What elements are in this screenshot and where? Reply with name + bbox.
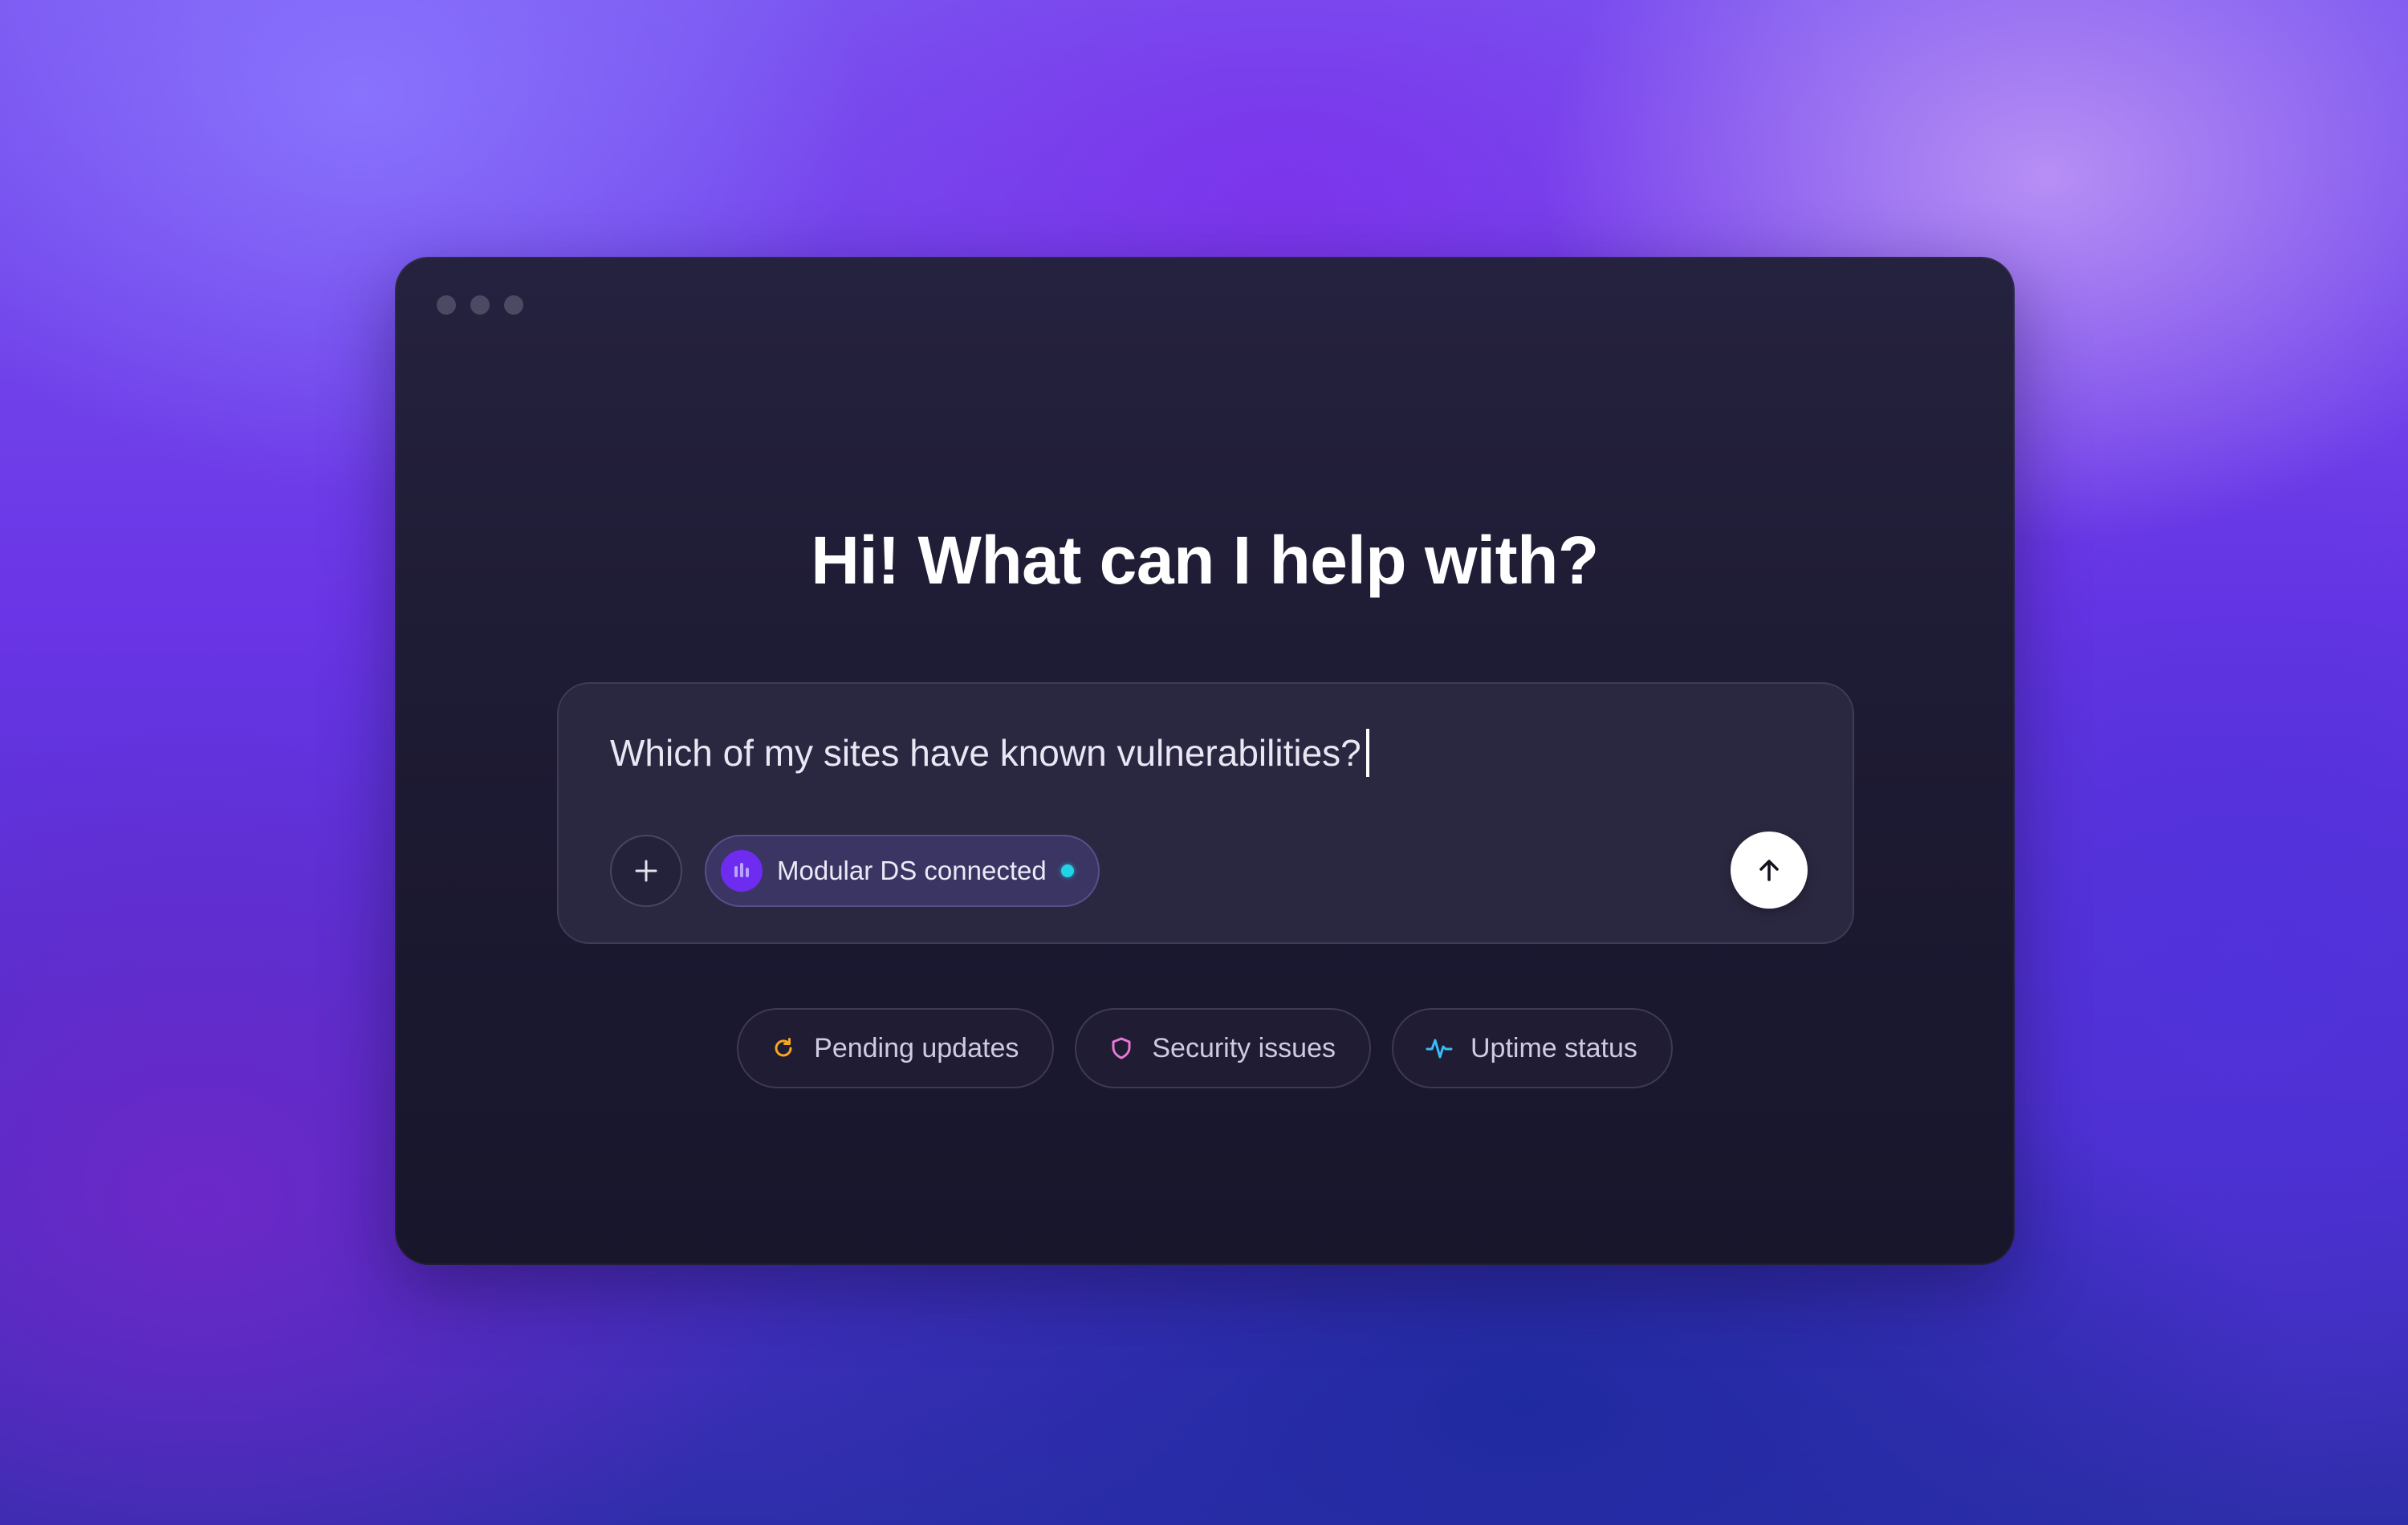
window-controls xyxy=(437,295,523,315)
window-dot[interactable] xyxy=(504,295,523,315)
prompt-composer: Which of my sites have known vulnerabili… xyxy=(557,682,1854,944)
window-dot[interactable] xyxy=(437,295,456,315)
connection-status-dot xyxy=(1060,864,1074,877)
prompt-input[interactable]: Which of my sites have known vulnerabili… xyxy=(610,729,1369,777)
add-attachment-button[interactable] xyxy=(610,835,682,907)
connection-chip[interactable]: Modular DS connected xyxy=(705,835,1100,907)
suggestion-label: Security issues xyxy=(1152,1032,1336,1063)
suggestion-label: Uptime status xyxy=(1470,1032,1637,1063)
suggestion-pending-updates[interactable]: Pending updates xyxy=(737,1008,1055,1088)
suggestion-label: Pending updates xyxy=(814,1032,1019,1063)
assistant-window: Hi! What can I help with? Which of my si… xyxy=(395,257,2015,1265)
send-button[interactable] xyxy=(1731,832,1808,909)
suggestion-uptime-status[interactable]: Uptime status xyxy=(1392,1008,1673,1088)
connection-label: Modular DS connected xyxy=(777,856,1047,885)
suggestion-security-issues[interactable]: Security issues xyxy=(1075,1008,1371,1088)
prompt-input-text: Which of my sites have known vulnerabili… xyxy=(610,732,1361,774)
activity-icon xyxy=(1426,1039,1453,1059)
text-caret xyxy=(1365,729,1369,777)
shield-icon xyxy=(1112,1037,1131,1059)
page-title: Hi! What can I help with? xyxy=(811,523,1599,598)
window-dot[interactable] xyxy=(470,295,490,315)
refresh-icon xyxy=(775,1038,792,1057)
arrow-up-icon xyxy=(1759,860,1779,881)
plus-icon xyxy=(635,860,657,882)
modular-ds-logo-icon xyxy=(721,850,763,892)
suggestion-list: Pending updates Security issues Uptime s… xyxy=(395,1008,2015,1088)
